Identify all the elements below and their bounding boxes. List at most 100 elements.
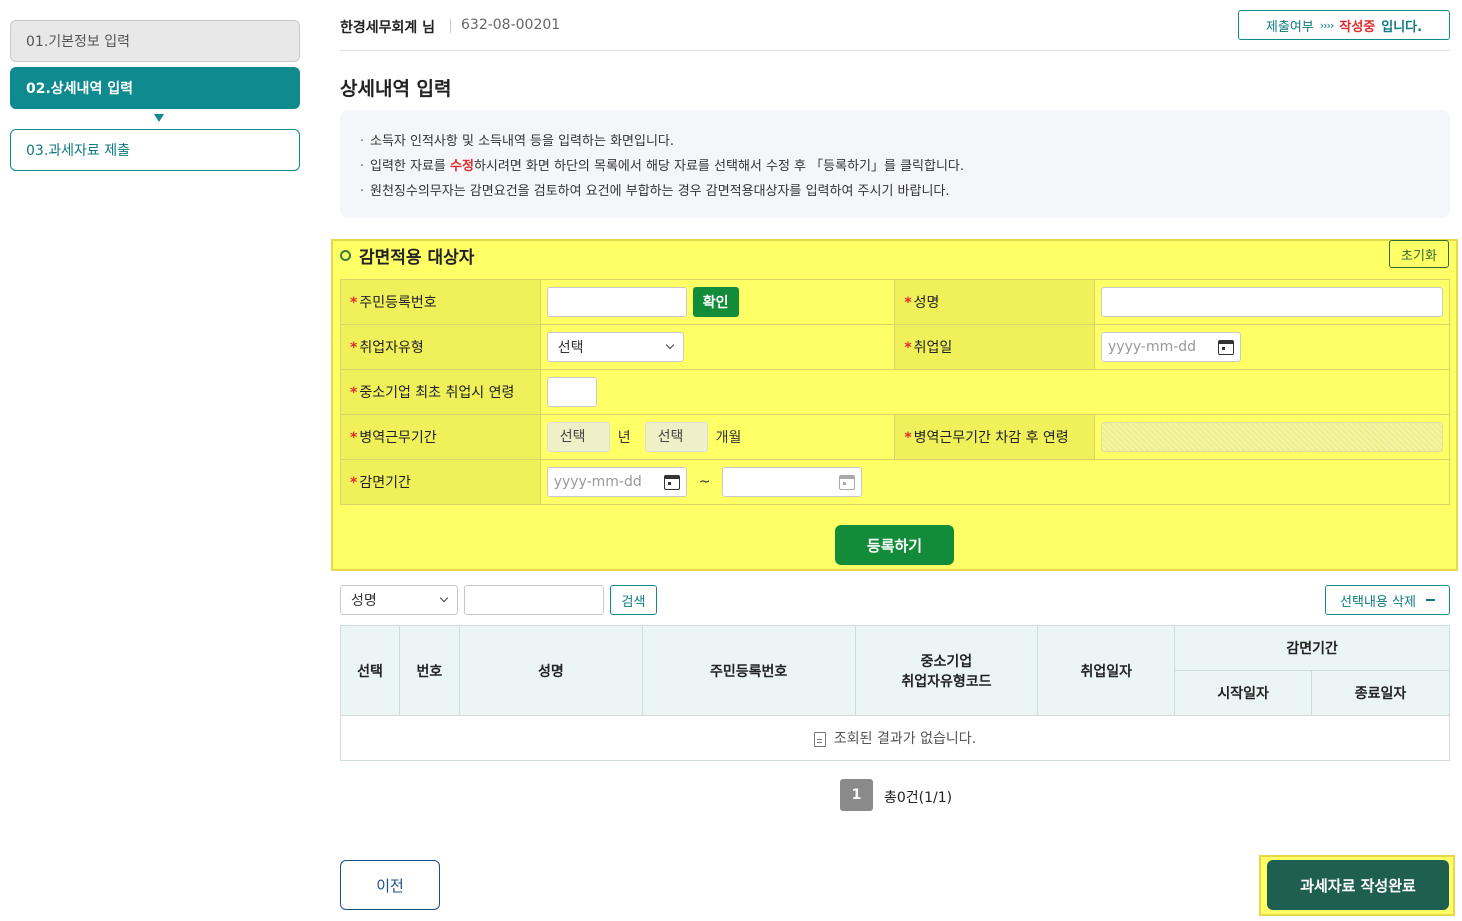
rrn-input[interactable] [546,287,687,317]
adj-age-cell [1094,414,1450,460]
bullet-circle-icon [340,250,351,261]
search-button[interactable]: 검색 [610,585,657,615]
minus-icon [1425,599,1435,601]
step-label: 02.상세내역 입력 [26,81,133,97]
required-mark: * [350,430,358,446]
required-mark: * [350,295,358,311]
info-highlight: 수정 [450,159,474,174]
info-text: 입력한 자료를 [370,159,451,174]
required-mark: * [904,430,912,446]
adj-age-label: * 병역근무기간 차감 후 연령 [894,414,1095,460]
empty-row: 조회된 결과가 없습니다. [340,715,1450,761]
business-number: 632-08-00201 [461,17,561,33]
chevron-down-icon [439,593,449,603]
required-mark: * [904,295,912,311]
label-text: 취업일 [913,340,953,356]
header-text: 취업자유형코드 [901,673,992,690]
register-button[interactable]: 등록하기 [835,525,954,565]
military-year-select[interactable]: 선택 [546,422,610,452]
period-label: * 감면기간 [340,459,541,505]
col-period: 감면기간 [1174,625,1450,671]
period-end-input [722,467,863,497]
header-divider [340,50,1450,51]
military-label: * 병역근무기간 [340,414,541,460]
reset-button[interactable]: 초기화 [1389,240,1449,268]
info-item: 입력한 자료를 수정하시려면 화면 하단의 목록에서 해당 자료를 선택해서 수… [360,154,1430,179]
input-form-table: * 주민등록번호 확인 * 성명 * 취업자유형 선택 * 취업일 yyyy-mm-dd… [340,279,1451,505]
header-text: 중소기업 [920,653,973,670]
col-type-code: 중소기업취업자유형코드 [854,625,1039,716]
adj-age-input [1101,422,1443,452]
rrn-cell: 확인 [539,279,896,325]
document-icon [813,731,826,747]
emp-type-cell: 선택 [539,324,896,370]
emp-date-input[interactable]: yyyy-mm-dd [1101,332,1241,362]
rrn-confirm-button[interactable]: 확인 [692,287,739,317]
info-text: 하시려면 화면 하단의 목록에서 해당 자료를 선택해서 수정 후 「등록하기」… [473,159,965,174]
page-1-button[interactable]: 1 [840,779,873,811]
required-mark: * [350,475,358,491]
age-input[interactable] [546,377,597,407]
col-end-date: 종료일자 [1311,670,1450,716]
required-mark: * [350,340,358,356]
label-text: 주민등록번호 [359,295,437,311]
emp-date-cell: yyyy-mm-dd [1094,324,1450,370]
col-name: 성명 [458,625,643,716]
emp-type-select[interactable]: 선택 [546,332,684,362]
col-rrn: 주민등록번호 [641,625,856,716]
label-text: 취업자유형 [359,340,424,356]
date-placeholder: yyyy-mm-dd [1108,339,1197,355]
period-start-input[interactable]: yyyy-mm-dd [546,467,687,497]
step-detail-input[interactable]: 02.상세내역 입력 [10,67,300,109]
prev-button[interactable]: 이전 [340,860,440,910]
empty-message: 조회된 결과가 없습니다. [833,731,977,747]
submission-status: 제출여부 ›››› 작성중 입니다. [1238,10,1450,40]
select-value: 선택 [557,340,584,356]
page-title: 상세내역 입력 [340,78,452,100]
military-month-select[interactable]: 선택 [644,422,708,452]
label-text: 성명 [913,295,940,311]
calendar-icon [839,474,856,490]
calendar-icon[interactable] [1218,339,1234,355]
label-text: 병역근무기간 [359,430,437,446]
header-separator [450,19,451,33]
status-value: 작성중 [1339,19,1376,35]
rrn-label: * 주민등록번호 [340,279,541,325]
section-title: 감면적용 대상자 [340,243,474,268]
section-title-text: 감면적용 대상자 [359,248,475,268]
required-mark: * [904,340,912,356]
step-down-arrow-icon [154,114,164,122]
search-field-select[interactable]: 성명 [340,585,458,615]
search-input[interactable] [464,585,604,615]
delete-selected-button[interactable]: 선택내용 삭제 [1325,585,1450,615]
emp-date-label: * 취업일 [894,324,1095,370]
calendar-icon[interactable] [663,474,680,490]
name-label: * 성명 [894,279,1095,325]
info-text: 소득자 인적사항 및 소득내역 등을 입력하는 화면입니다. [370,134,675,149]
name-cell [1094,279,1450,325]
name-input[interactable] [1101,287,1443,317]
period-cell: yyyy-mm-dd ~ [539,459,1451,505]
date-placeholder: yyyy-mm-dd [553,474,642,490]
age-label: * 중소기업 최초 취업시 연령 [340,369,541,415]
status-label: 제출여부 [1265,19,1314,35]
info-box: 소득자 인적사항 및 소득내역 등을 입력하는 화면입니다. 입력한 자료를 수… [340,110,1450,218]
status-arrows-icon: ›››› [1319,18,1335,32]
col-number: 번호 [398,625,460,716]
complete-button[interactable]: 과세자료 작성완료 [1267,860,1449,910]
period-separator: ~ [698,474,711,490]
select-value: 성명 [351,593,377,609]
emp-type-label: * 취업자유형 [340,324,541,370]
label-text: 감면기간 [359,475,411,491]
page-summary: 총0건(1/1) [884,790,953,806]
user-name: 한경세무회계 님 [340,20,436,36]
year-unit: 년 [617,430,631,446]
step-submit[interactable]: 03.과세자료 제출 [10,129,300,171]
label-text: 병역근무기간 차감 후 연령 [913,430,1069,446]
status-suffix: 입니다. [1381,19,1423,35]
info-text: 원천징수의무자는 감면요건을 검토하여 요건에 부합하는 경우 감면적용대상자를… [370,184,950,199]
step-label: 03.과세자료 제출 [26,143,130,159]
step-basic-info[interactable]: 01.기본정보 입력 [10,20,300,62]
result-table: 선택 번호 성명 주민등록번호 중소기업 취업자유형코드 취업일자 감면기간 시작… [340,625,1450,761]
info-item: 소득자 인적사항 및 소득내역 등을 입력하는 화면입니다. [360,129,1430,154]
